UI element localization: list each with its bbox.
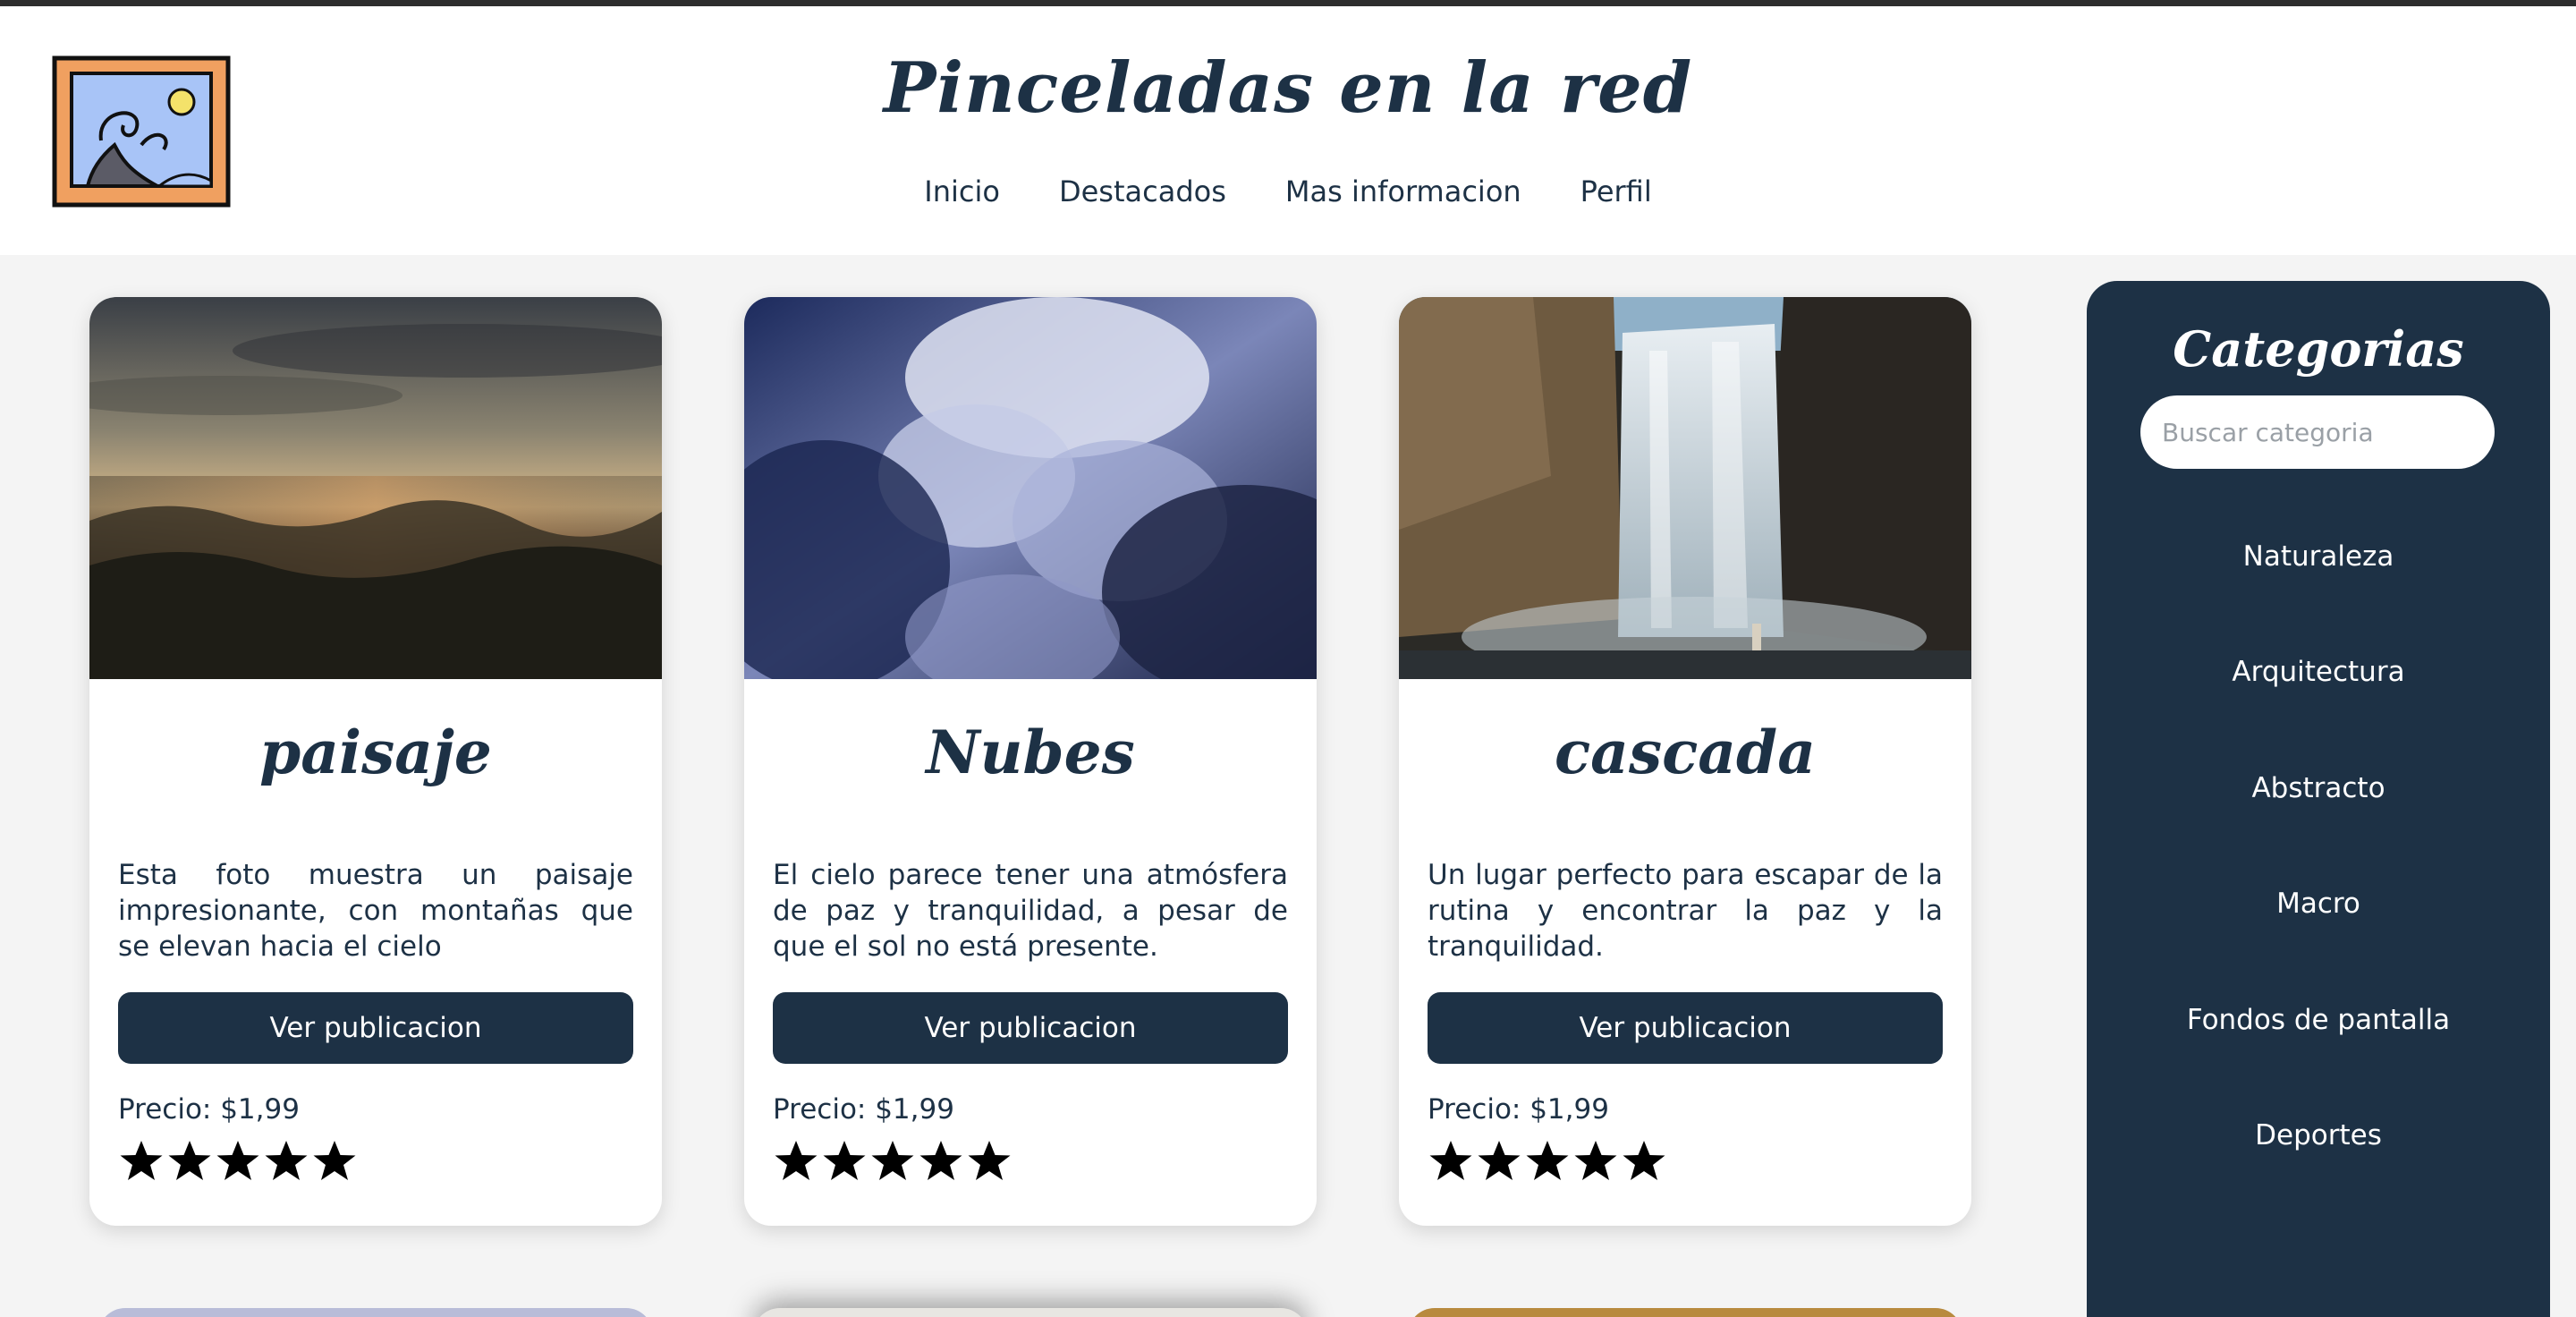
star-icon xyxy=(1574,1141,1617,1180)
sidebar-title: Categorias xyxy=(2173,320,2464,378)
star-icon xyxy=(216,1141,259,1180)
category-macro[interactable]: Macro xyxy=(2087,888,2550,920)
post-card: cascada Un lugar perfecto para escapar d… xyxy=(1399,297,1971,1226)
view-post-button[interactable]: Ver publicacion xyxy=(773,992,1288,1064)
nav-perfil[interactable]: Perfil xyxy=(1580,174,1652,208)
card-price: Precio: $1,99 xyxy=(118,1093,300,1126)
card-description: El cielo parece tener una atmósfera de p… xyxy=(773,859,1288,963)
main-nav: Inicio Destacados Mas informacion Perfil xyxy=(0,174,2576,208)
star-icon xyxy=(823,1141,866,1180)
category-naturaleza[interactable]: Naturaleza xyxy=(2087,540,2550,573)
clouds-photo xyxy=(744,297,1317,679)
waterfall-photo xyxy=(1399,297,1971,679)
landscape-photo xyxy=(89,297,662,679)
top-border xyxy=(0,0,2576,6)
star-icon xyxy=(168,1141,211,1180)
site-title: Pinceladas en la red xyxy=(883,47,1693,129)
star-icon xyxy=(871,1141,914,1180)
star-rating xyxy=(1428,1138,1667,1188)
star-icon xyxy=(775,1141,818,1180)
category-arquitectura[interactable]: Arquitectura xyxy=(2087,656,2550,688)
nav-mas-informacion[interactable]: Mas informacion xyxy=(1285,174,1521,208)
card-description: Un lugar perfecto para escapar de la rut… xyxy=(1428,859,1943,963)
view-post-button[interactable]: Ver publicacion xyxy=(118,992,633,1064)
post-card-peek xyxy=(753,1308,1308,1317)
star-icon xyxy=(968,1141,1011,1180)
categories-sidebar: Categorias Naturaleza Arquitectura Abstr… xyxy=(2087,281,2550,1317)
star-icon xyxy=(313,1141,356,1180)
card-description: Esta foto muestra un paisaje impresionan… xyxy=(118,859,633,963)
category-fondos-de-pantalla[interactable]: Fondos de pantalla xyxy=(2087,1004,2550,1036)
star-icon xyxy=(1429,1141,1472,1180)
view-post-button[interactable]: Ver publicacion xyxy=(1428,992,1943,1064)
card-title: paisaje xyxy=(259,718,492,787)
category-deportes[interactable]: Deportes xyxy=(2087,1119,2550,1151)
site-header: Pinceladas en la red Inicio Destacados M… xyxy=(0,6,2576,255)
star-icon xyxy=(1478,1141,1521,1180)
card-price: Precio: $1,99 xyxy=(773,1093,954,1126)
star-icon xyxy=(120,1141,163,1180)
star-icon xyxy=(265,1141,308,1180)
post-card-peek xyxy=(98,1308,653,1317)
post-card: paisaje Esta foto muestra un paisaje imp… xyxy=(89,297,662,1226)
nav-inicio[interactable]: Inicio xyxy=(924,174,1000,208)
post-card: Nubes El cielo parece tener una atmósfer… xyxy=(744,297,1317,1226)
post-card-peek xyxy=(1408,1308,1962,1317)
star-icon xyxy=(1526,1141,1569,1180)
card-title: cascada xyxy=(1555,718,1816,787)
star-rating xyxy=(118,1138,358,1188)
star-icon xyxy=(919,1141,962,1180)
card-title: Nubes xyxy=(926,718,1135,787)
category-abstracto[interactable]: Abstracto xyxy=(2087,772,2550,804)
category-search-input[interactable] xyxy=(2140,395,2495,469)
nav-destacados[interactable]: Destacados xyxy=(1059,174,1226,208)
star-icon xyxy=(1623,1141,1665,1180)
card-price: Precio: $1,99 xyxy=(1428,1093,1609,1126)
star-rating xyxy=(773,1138,1013,1188)
